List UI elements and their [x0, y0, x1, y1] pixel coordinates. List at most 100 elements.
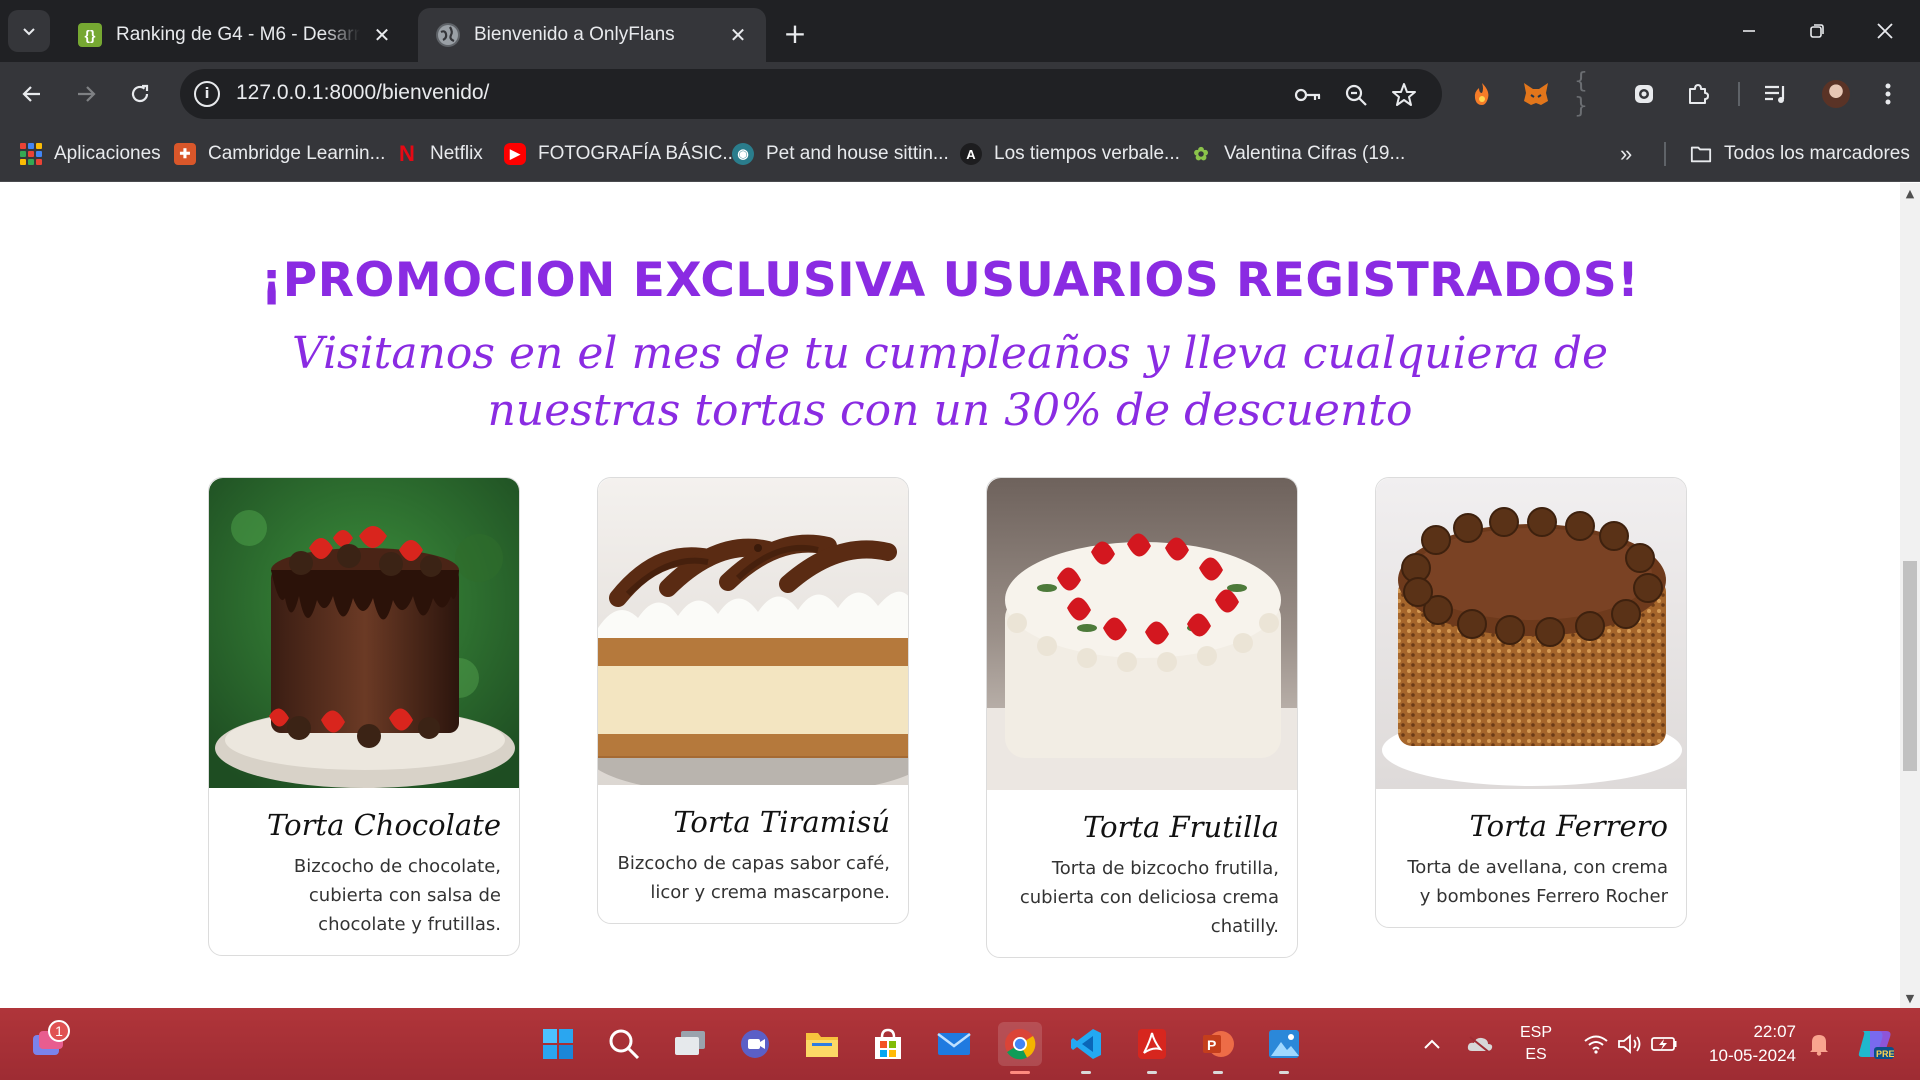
cake-image-frutilla	[987, 478, 1297, 790]
media-controls-icon[interactable]	[1760, 78, 1792, 110]
bell-icon[interactable]	[1802, 1008, 1836, 1080]
all-bookmarks-button[interactable]: Todos los marcadores	[1690, 140, 1910, 168]
close-icon	[1877, 23, 1893, 39]
restore-button[interactable]	[1784, 0, 1850, 62]
scroll-down-icon[interactable]: ▼	[1900, 988, 1920, 1008]
arrow-right-icon	[78, 86, 96, 102]
photos-icon[interactable]	[1262, 1022, 1306, 1074]
clock-time: 22:07	[1753, 1022, 1796, 1041]
url-text[interactable]: 127.0.0.1:8000/bienvenido/	[236, 81, 489, 105]
address-bar[interactable]: i 127.0.0.1:8000/bienvenido/	[180, 69, 1442, 119]
bookmark-valentina[interactable]: ✿ Valentina Cifras (19...	[1190, 140, 1405, 168]
running-indicator	[1279, 1071, 1289, 1074]
tab-ranking[interactable]: {} Ranking de G4 - M6 - Desarrollo ✕	[60, 8, 410, 62]
record-extension-icon[interactable]	[1628, 78, 1660, 110]
bookmark-apps[interactable]: Aplicaciones	[20, 140, 161, 168]
vscode-icon[interactable]	[1064, 1022, 1108, 1074]
keyboard-layout: ES	[1525, 1046, 1547, 1063]
system-clock[interactable]: 22:07 10-05-2024	[1696, 1008, 1796, 1080]
battery-icon[interactable]	[1646, 1008, 1682, 1080]
new-tab-button[interactable]: +	[778, 16, 812, 50]
onedrive-icon[interactable]	[1462, 1008, 1498, 1080]
reload-button[interactable]	[122, 76, 158, 112]
running-indicator	[1213, 1071, 1223, 1074]
fire-extension-icon[interactable]	[1466, 78, 1498, 110]
wifi-icon[interactable]	[1578, 1008, 1614, 1080]
powerpoint-icon[interactable]: P	[1196, 1022, 1240, 1074]
braces-extension-icon[interactable]: { }	[1574, 69, 1606, 119]
cake-card-tiramisu[interactable]: Torta Tiramisú Bizcocho de capas sabor c…	[597, 477, 909, 924]
copilot-icon[interactable]: PRE	[1852, 1008, 1898, 1080]
bookmark-fotografia[interactable]: ▶ FOTOGRAFÍA BÁSIC...	[504, 140, 738, 168]
bookmark-cambridge[interactable]: ✚ Cambridge Learnin...	[174, 140, 385, 168]
cambridge-icon: ✚	[174, 143, 196, 165]
back-button[interactable]	[14, 76, 50, 112]
cake-card-frutilla[interactable]: Torta Frutilla Torta de bizcocho frutill…	[986, 477, 1298, 958]
more-options-icon[interactable]	[1872, 78, 1904, 110]
tab-onlyflans[interactable]: Bienvenido a OnlyFlans ✕	[418, 8, 766, 62]
chrome-icon[interactable]	[998, 1022, 1042, 1074]
microsoft-store-icon[interactable]	[866, 1022, 910, 1066]
zoom-icon[interactable]	[1340, 79, 1372, 111]
bookmarks-divider	[1664, 142, 1666, 166]
show-hidden-icons-button[interactable]	[1414, 1008, 1450, 1080]
cake-card-ferrero[interactable]: Torta Ferrero Torta de avellana, con cre…	[1375, 477, 1687, 928]
close-icon[interactable]: ✕	[726, 23, 750, 47]
search-icon[interactable]	[602, 1022, 646, 1066]
close-window-button[interactable]	[1852, 0, 1918, 62]
windows-taskbar: 1 P ESP ES 22:07 10-05-2024 PRE	[0, 1008, 1920, 1080]
key-icon[interactable]	[1292, 79, 1324, 111]
site-info-icon[interactable]: i	[194, 81, 220, 107]
active-indicator	[1010, 1071, 1030, 1074]
file-explorer-icon[interactable]	[800, 1022, 844, 1066]
leaf-icon: ✿	[1193, 143, 1209, 164]
scroll-up-icon[interactable]: ▲	[1900, 183, 1920, 203]
tab-title: Bienvenido a OnlyFlans	[474, 24, 675, 45]
promo-title: ¡PROMOCION EXCLUSIVA USUARIOS REGISTRADO…	[260, 253, 1640, 308]
running-indicator	[1147, 1071, 1157, 1074]
scroll-thumb[interactable]	[1903, 561, 1917, 771]
metamask-fox-icon[interactable]	[1520, 78, 1552, 110]
bookmark-label: Netflix	[430, 143, 483, 164]
bookmark-netflix[interactable]: N Netflix	[396, 140, 483, 168]
chevron-down-icon	[23, 28, 35, 36]
page-scrollbar[interactable]: ▲ ▼	[1900, 183, 1920, 1008]
close-icon[interactable]: ✕	[370, 23, 394, 47]
youtube-icon: ▶	[504, 143, 526, 165]
bookmark-tiempos-verbales[interactable]: A Los tiempos verbale...	[960, 140, 1180, 168]
cake-image-tiramisu	[598, 478, 908, 785]
reload-icon	[131, 84, 149, 103]
star-icon[interactable]	[1388, 79, 1420, 111]
cake-description: Torta de bizcocho frutilla, cubierta con…	[1019, 858, 1279, 937]
mail-icon[interactable]	[932, 1022, 976, 1066]
cake-description: Torta de avellana, con crema y bombones …	[1407, 857, 1668, 907]
minimize-button[interactable]	[1716, 0, 1782, 62]
forward-button[interactable]	[68, 76, 104, 112]
bookmark-label: Cambridge Learnin...	[208, 143, 386, 164]
volume-icon[interactable]	[1612, 1008, 1648, 1080]
cake-name: Torta Tiramisú	[673, 805, 890, 839]
tab-search-button[interactable]	[8, 10, 50, 52]
bookmarks-bar: Aplicaciones ✚ Cambridge Learnin... N Ne…	[0, 126, 1920, 182]
puzzle-icon[interactable]	[1682, 78, 1714, 110]
bookmark-pet-house[interactable]: ◉ Pet and house sittin...	[732, 140, 949, 168]
profile-avatar[interactable]	[1820, 78, 1852, 110]
tab-strip: {} Ranking de G4 - M6 - Desarrollo ✕ Bie…	[0, 0, 1920, 62]
folder-icon	[1690, 143, 1712, 165]
meet-icon[interactable]	[734, 1022, 778, 1066]
cake-description: Bizcocho de chocolate, cubierta con sals…	[293, 856, 501, 935]
bookmarks-overflow-button[interactable]: »	[1620, 140, 1632, 168]
cake-card-chocolate[interactable]: Torta Chocolate Bizcocho de chocolate, c…	[208, 477, 520, 956]
minimize-icon	[1743, 30, 1755, 32]
language-indicator[interactable]: ESP ES	[1510, 1008, 1562, 1080]
bookmark-label: Pet and house sittin...	[766, 143, 949, 164]
acrobat-icon[interactable]	[1130, 1022, 1174, 1074]
bookmark-label: Aplicaciones	[54, 143, 161, 164]
tab-title: Ranking de G4 - M6 - Desarrollo	[116, 24, 360, 45]
windows-start-icon[interactable]	[536, 1022, 580, 1066]
toolbar-divider	[1738, 82, 1740, 106]
bookmark-label: Todos los marcadores	[1724, 143, 1910, 164]
task-view-icon[interactable]	[668, 1022, 712, 1066]
clock-date: 10-05-2024	[1709, 1046, 1796, 1065]
chevron-up-icon	[1424, 1039, 1440, 1049]
